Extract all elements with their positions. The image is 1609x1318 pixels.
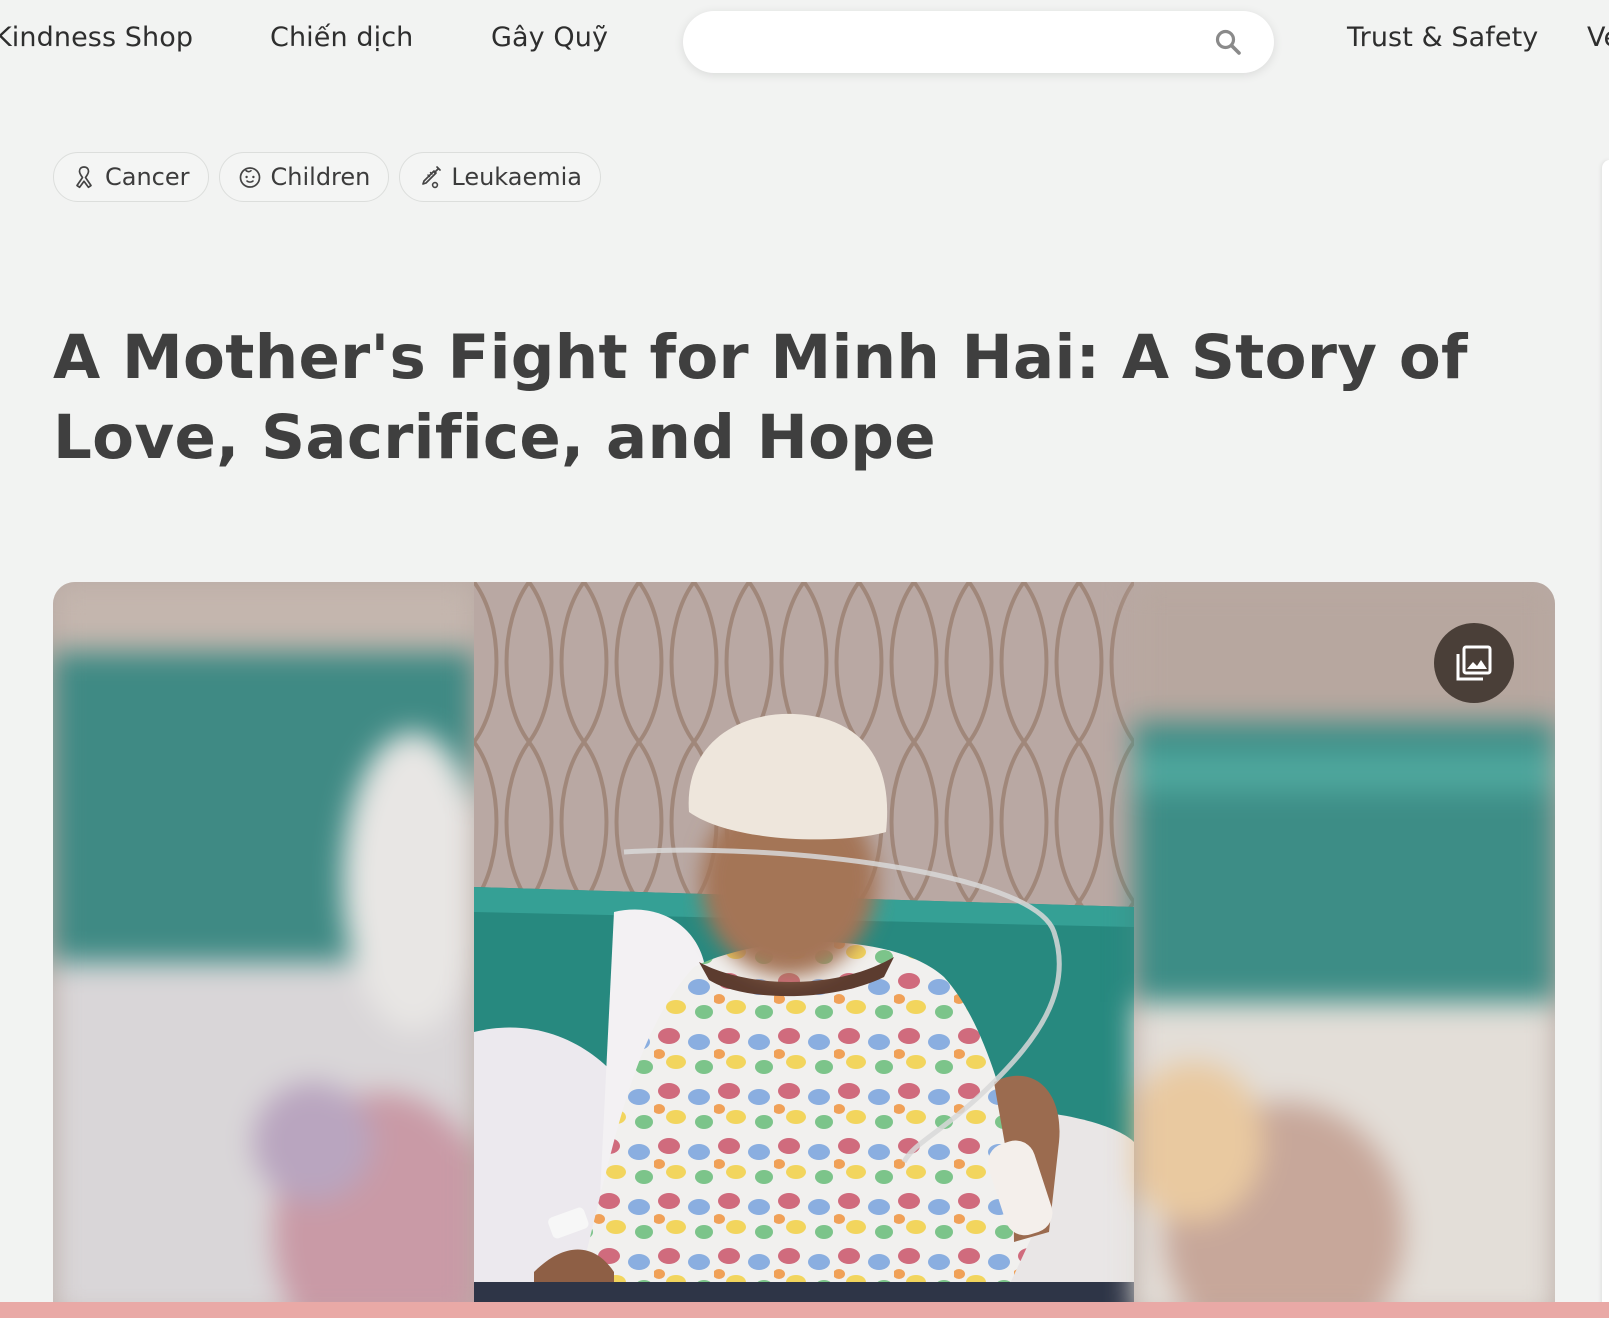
side-panel-edge [1602, 160, 1609, 1318]
gallery-button[interactable] [1434, 623, 1514, 703]
search-input[interactable] [707, 21, 1177, 63]
tag-label: Children [270, 163, 371, 191]
bottom-bar [0, 1302, 1609, 1318]
syringe-icon [422, 166, 442, 189]
ribbon-icon [76, 166, 92, 189]
search-bar [683, 11, 1274, 73]
campaign-hero-image[interactable] [53, 582, 1555, 1318]
nav-partial-item[interactable]: Vé [1587, 22, 1609, 53]
search-icon[interactable] [1214, 28, 1242, 56]
child-face-icon [239, 167, 260, 188]
top-nav: Kindness Shop Chiến dịch Gây Quỹ Trust &… [0, 0, 1609, 92]
hero-photo [474, 582, 1134, 1318]
tag-label: Leukaemia [451, 163, 583, 191]
campaign-title: A Mother's Fight for Minh Hai: A Story o… [53, 322, 1468, 473]
tag-leukaemia[interactable]: Leukaemia [399, 152, 602, 202]
nav-fundraise[interactable]: Gây Quỹ [491, 22, 608, 53]
nav-trust-safety[interactable]: Trust & Safety [1347, 22, 1538, 53]
gallery-icon [1456, 645, 1492, 681]
page: Kindness Shop Chiến dịch Gây Quỹ Trust &… [0, 0, 1609, 1318]
tag-cancer[interactable]: Cancer [53, 152, 209, 202]
hero-blur-left [53, 582, 474, 1318]
category-tags: Cancer Children Leukaemia [53, 152, 602, 202]
nav-campaigns[interactable]: Chiến dịch [270, 22, 413, 53]
tag-label: Cancer [105, 163, 190, 191]
tag-children[interactable]: Children [218, 152, 390, 202]
nav-kindness-shop[interactable]: Kindness Shop [0, 22, 193, 53]
